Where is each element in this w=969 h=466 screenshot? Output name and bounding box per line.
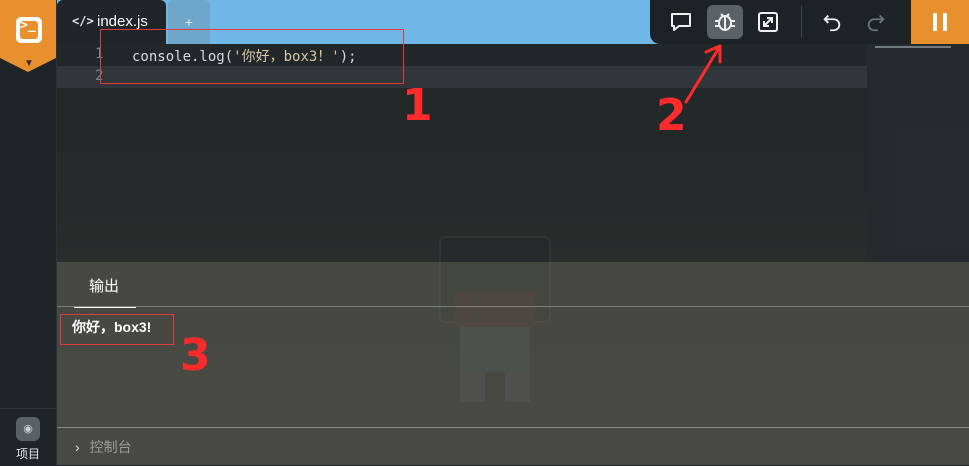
redo-button[interactable] — [858, 5, 894, 39]
output-divider — [57, 306, 969, 307]
undo-icon — [823, 14, 841, 32]
chevron-down-icon[interactable]: ▼ — [24, 58, 34, 69]
pause-icon — [933, 13, 937, 31]
comment-icon — [671, 13, 691, 31]
minimap-line — [875, 46, 951, 48]
project-button[interactable]: ◉ 项目 — [0, 408, 56, 466]
undo-button[interactable] — [814, 5, 850, 39]
annotation-number-1: 1 — [402, 80, 433, 131]
code-icon: </> — [72, 14, 94, 28]
console-toggle[interactable]: › 控制台 — [75, 437, 132, 457]
pause-button[interactable] — [911, 0, 969, 44]
annotation-arrow — [684, 44, 722, 104]
console-label: 控制台 — [89, 439, 132, 455]
chevron-right-icon: › — [75, 439, 80, 455]
fullscreen-icon — [758, 12, 778, 32]
tab-output-label: 输出 — [89, 278, 120, 295]
console-divider — [57, 427, 969, 428]
bug-icon — [715, 13, 735, 31]
tab-label: index.js — [97, 13, 148, 30]
redo-icon — [867, 14, 885, 32]
script-menu-button[interactable]: >_ — [0, 0, 56, 58]
code-minimap[interactable] — [867, 44, 969, 262]
fullscreen-button[interactable] — [750, 5, 786, 39]
annotation-number-3: 3 — [180, 330, 211, 381]
terminal-glyph: >_ — [20, 18, 36, 33]
comment-button[interactable] — [663, 5, 699, 39]
left-sidebar: >_ ▼ ◉ 项目 — [0, 0, 57, 465]
annotation-box-output — [60, 314, 174, 345]
pause-icon-bar — [943, 13, 947, 31]
toolbar-divider — [801, 6, 802, 38]
annotation-box-code — [100, 29, 404, 84]
project-label: 项目 — [15, 447, 40, 461]
eye-icon: ◉ — [16, 417, 40, 441]
tab-output[interactable]: 输出 — [74, 262, 136, 308]
debug-button[interactable] — [707, 5, 743, 39]
minimap-viewport[interactable] — [867, 44, 969, 262]
